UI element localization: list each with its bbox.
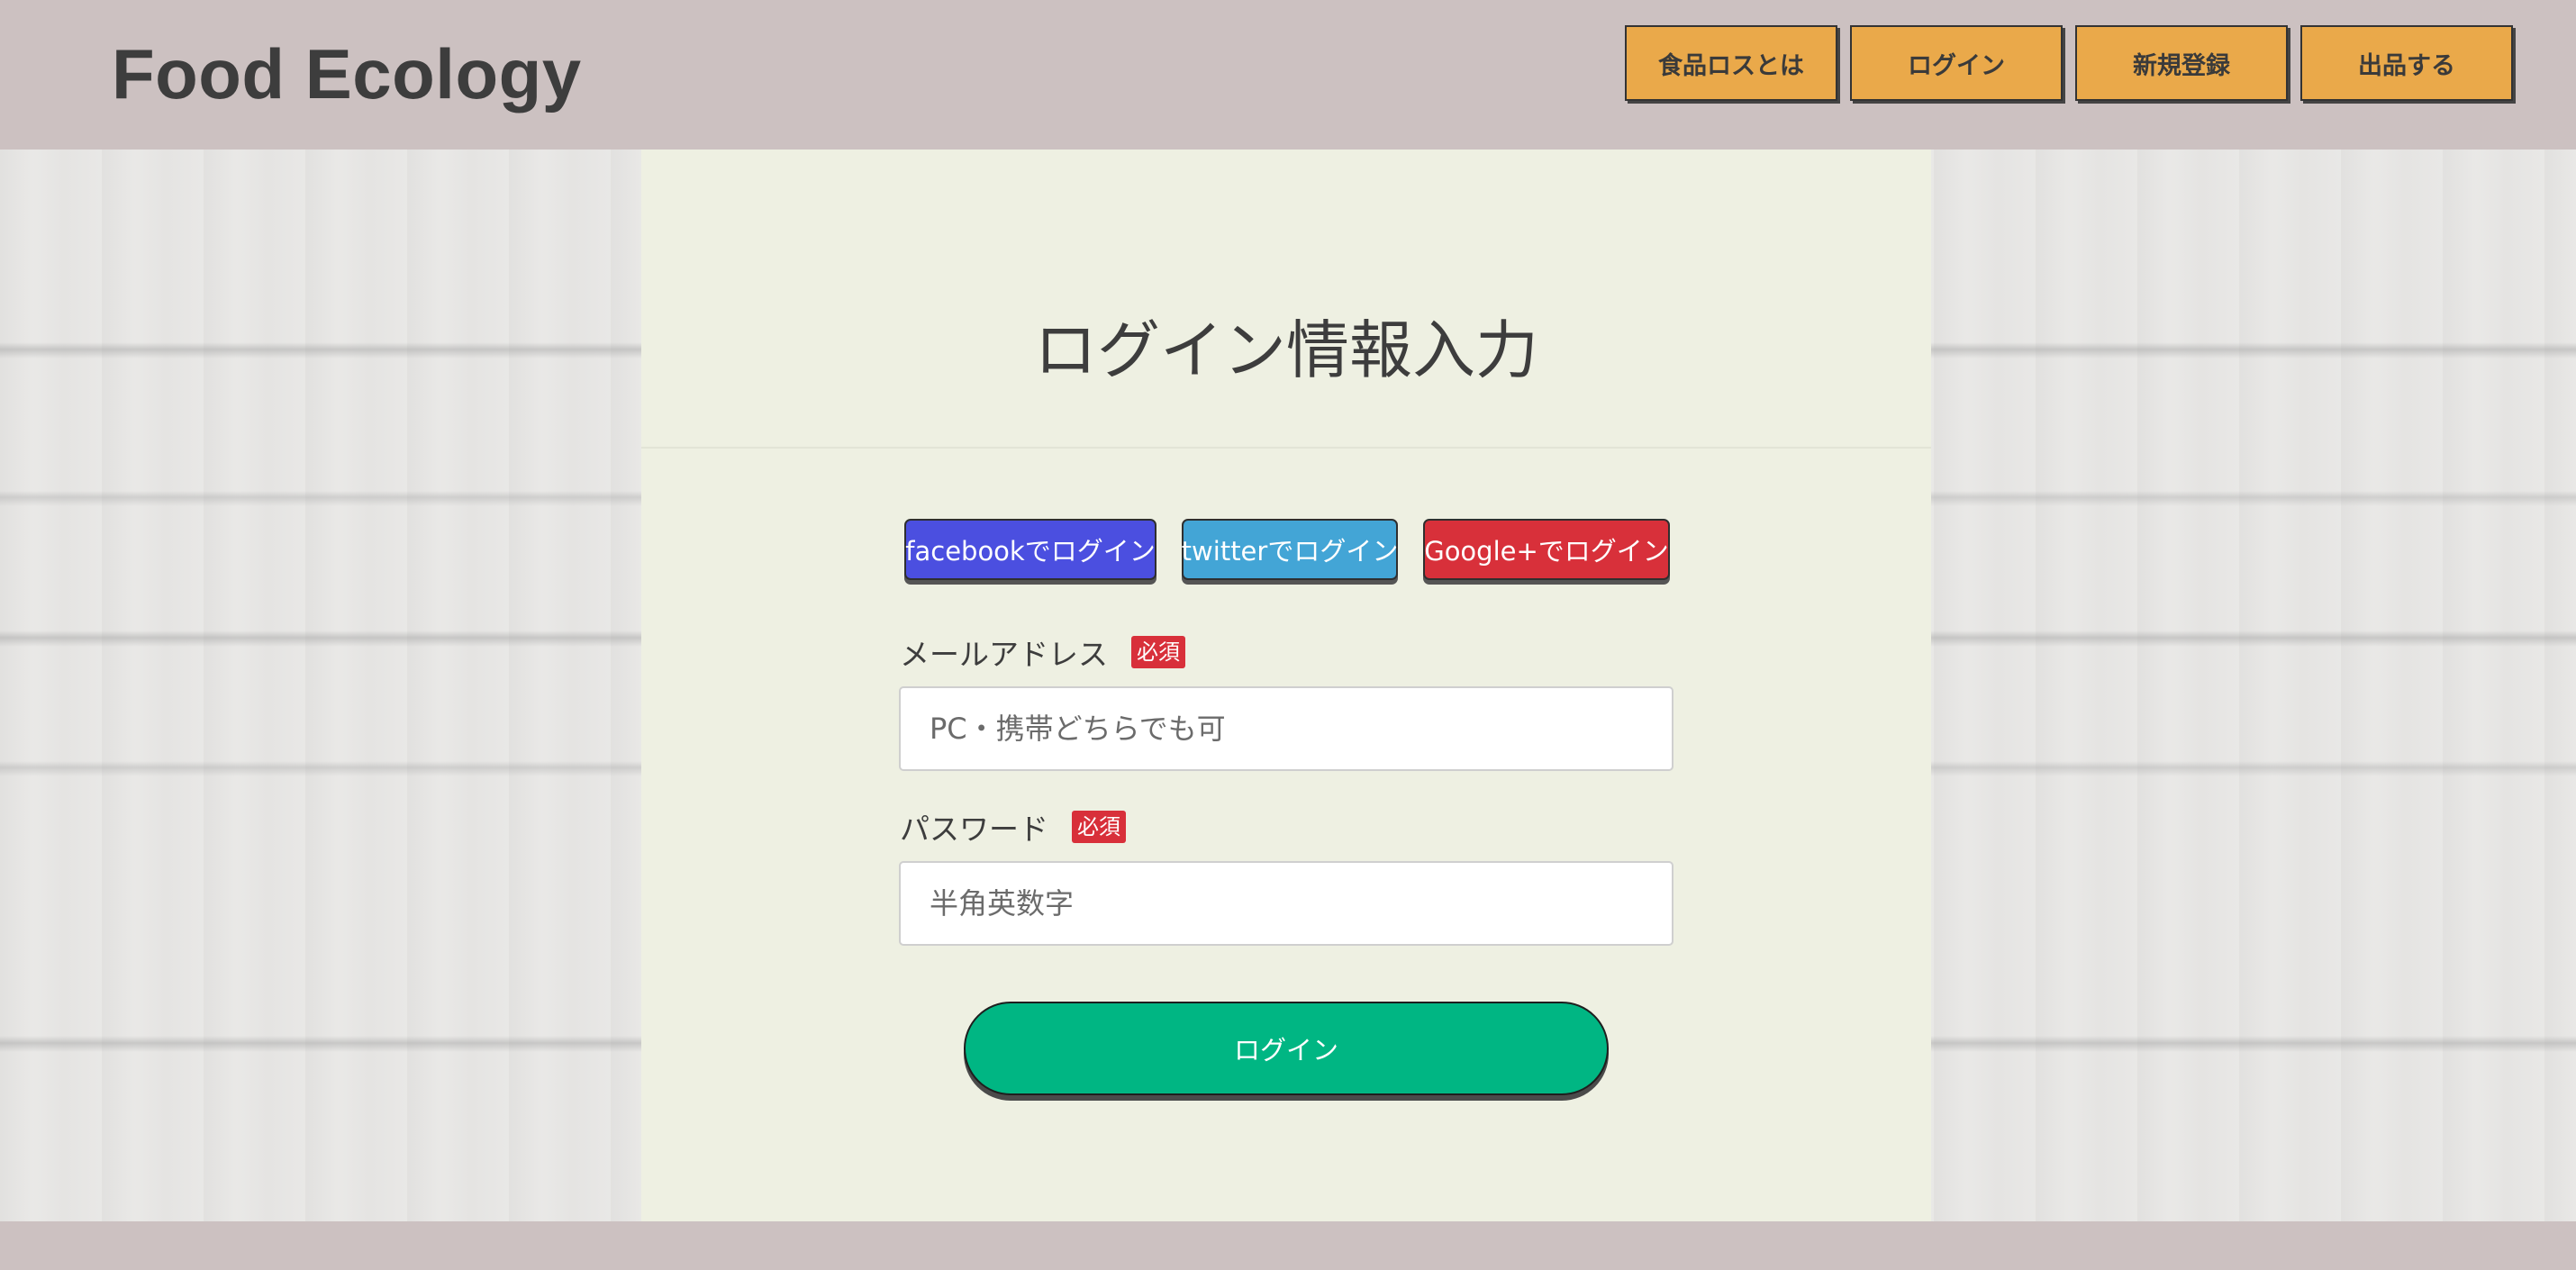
facebook-login-button[interactable]: facebookでログイン	[904, 519, 1156, 580]
email-required-badge: 必須	[1131, 636, 1185, 668]
login-panel: ログイン情報入力 facebookでログイン twitterでログイン Goog…	[641, 150, 1931, 1221]
email-label-row: メールアドレス 必須	[900, 630, 1185, 674]
google-login-button[interactable]: Google+でログイン	[1423, 519, 1670, 580]
title-divider	[641, 447, 1931, 449]
nav-about-food-loss-button[interactable]: 食品ロスとは	[1625, 25, 1837, 101]
email-input[interactable]	[899, 686, 1673, 771]
social-login-row: facebookでログイン twitterでログイン Google+でログイン	[904, 519, 1670, 584]
site-logo[interactable]: Food Ecology	[112, 29, 582, 119]
password-label: パスワード	[900, 812, 1048, 847]
password-label-row: パスワード 必須	[900, 805, 1126, 848]
password-input[interactable]	[899, 861, 1673, 946]
email-label: メールアドレス	[900, 637, 1108, 672]
page-title: ログイン情報入力	[1034, 313, 1538, 387]
login-submit-button[interactable]: ログイン	[964, 1002, 1609, 1095]
twitter-login-button[interactable]: twitterでログイン	[1182, 519, 1398, 580]
header-nav: 食品ロスとは ログイン 新規登録 出品する	[1625, 25, 2513, 101]
site-header: Food Ecology 食品ロスとは ログイン 新規登録 出品する	[0, 0, 2576, 150]
nav-sell-button[interactable]: 出品する	[2300, 25, 2513, 101]
password-required-badge: 必須	[1072, 811, 1126, 843]
site-footer	[0, 1221, 2576, 1270]
nav-login-button[interactable]: ログイン	[1850, 25, 2063, 101]
nav-signup-button[interactable]: 新規登録	[2075, 25, 2288, 101]
